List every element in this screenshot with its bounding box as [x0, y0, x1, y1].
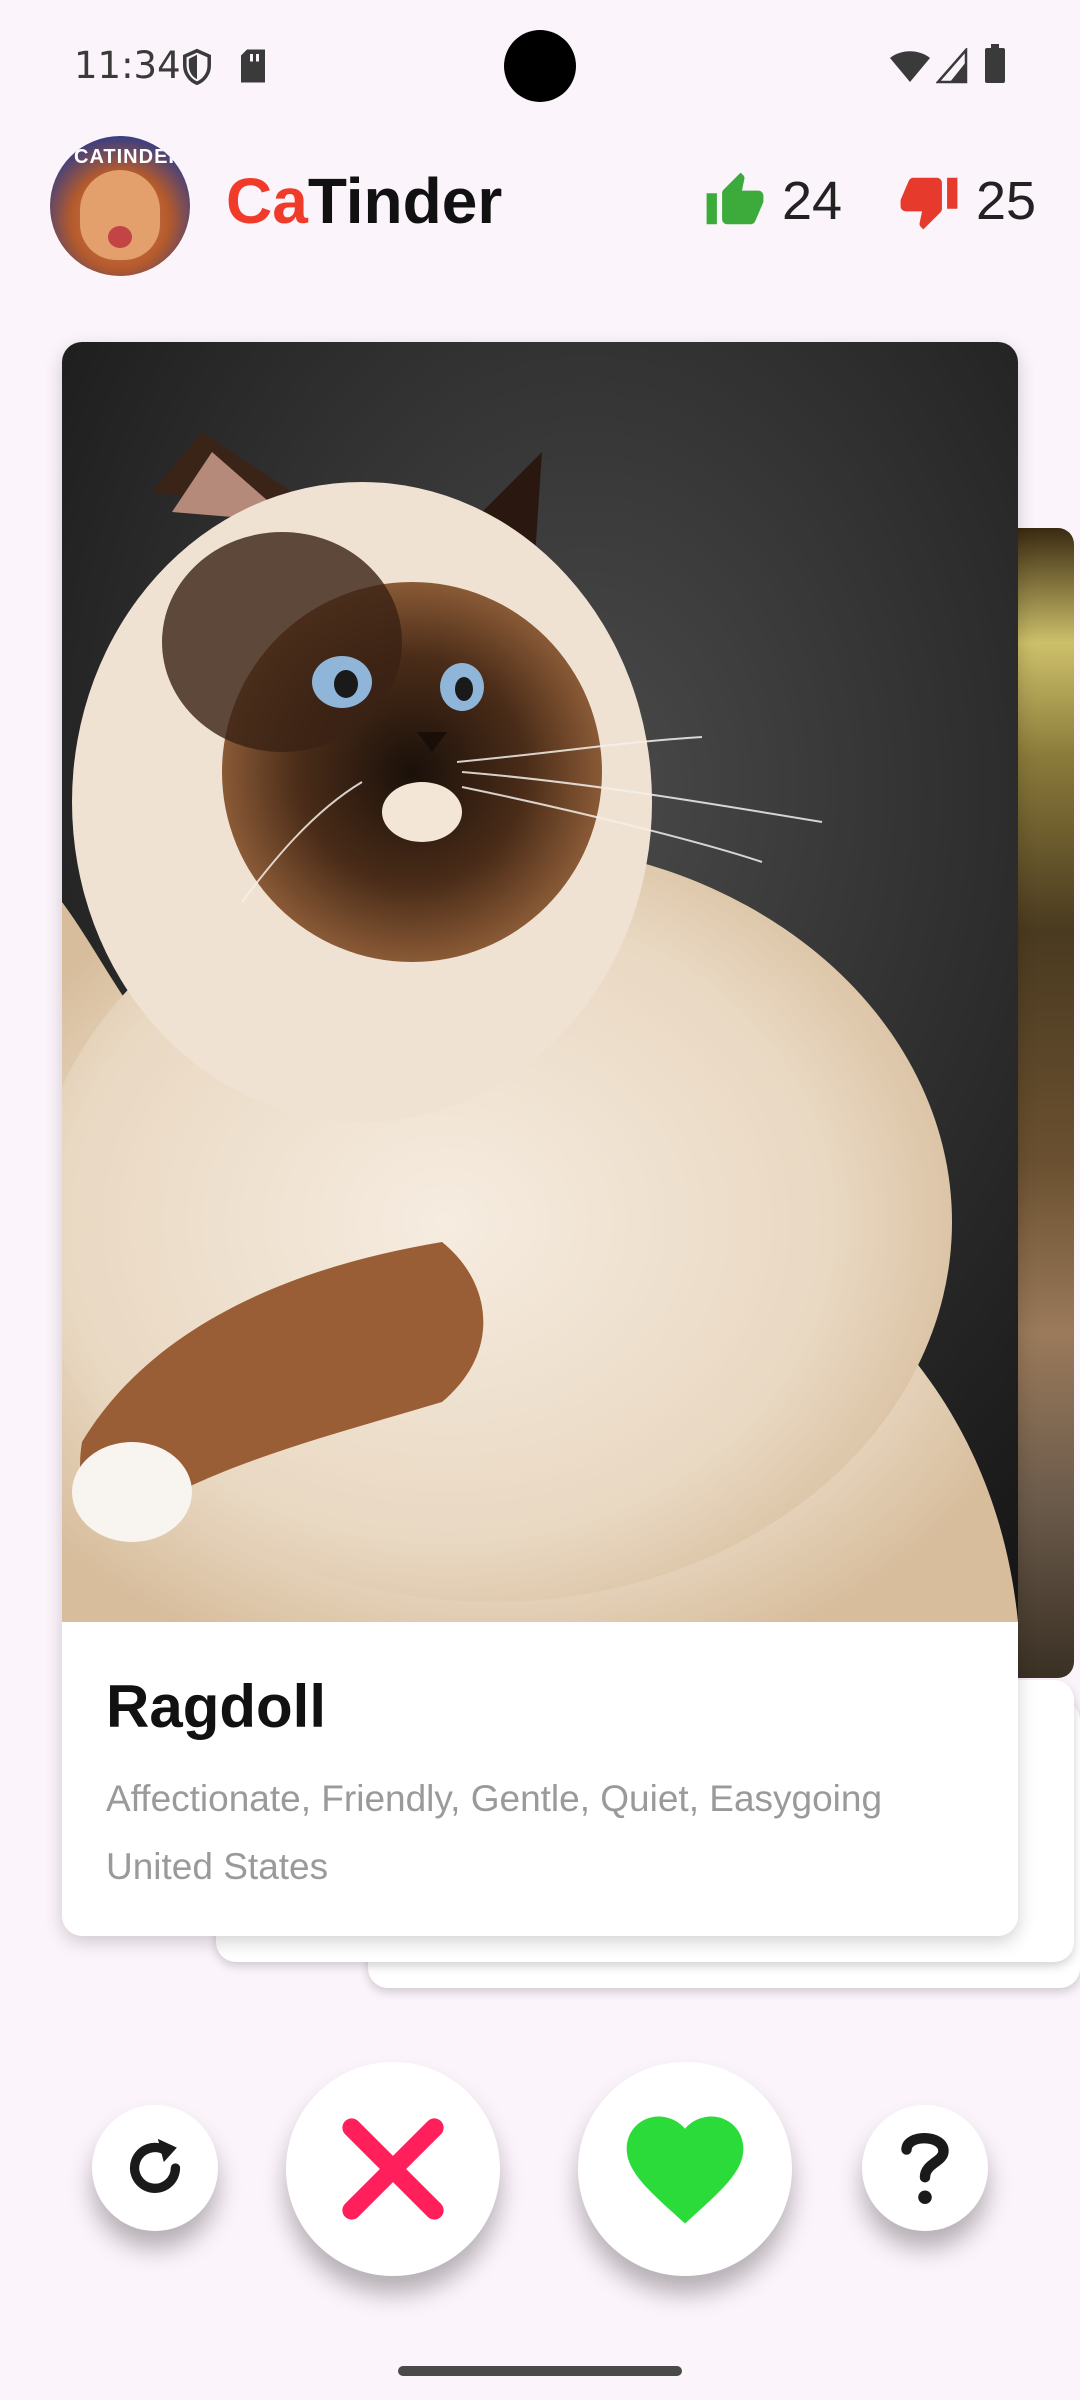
dislikes-counter: 25 — [898, 164, 1036, 238]
info-button[interactable] — [862, 2105, 988, 2231]
dislike-button[interactable] — [286, 2062, 500, 2276]
likes-counter: 24 — [704, 164, 842, 238]
heart-icon — [626, 2116, 744, 2224]
like-button[interactable] — [578, 2062, 792, 2276]
question-icon — [901, 2133, 949, 2204]
sd-card-icon — [241, 49, 265, 83]
cat-origin: United States — [106, 1846, 329, 1887]
cat-info: Ragdoll Affectionate, Friendly, Gentle, … — [62, 1622, 1018, 1936]
app-title: CaTinder — [226, 164, 502, 238]
likes-count: 24 — [782, 171, 843, 231]
camera-cutout — [504, 30, 576, 102]
thumbs-up-icon — [706, 172, 764, 225]
logo-cat-mouth — [108, 226, 132, 248]
shield-icon — [183, 48, 211, 86]
x-icon — [342, 2118, 444, 2220]
app-header: CATINDER CaTinder 24 25 — [0, 130, 1080, 280]
cat-card[interactable]: Ragdoll Affectionate, Friendly, Gentle, … — [62, 342, 1018, 1936]
cat-photo — [62, 342, 1018, 1622]
signal-icon — [936, 48, 968, 84]
app-title-accent: Ca — [226, 165, 308, 237]
cat-temperament: Affectionate, Friendly, Gentle, Quiet, E… — [106, 1778, 883, 1819]
undo-button[interactable] — [92, 2105, 218, 2231]
cat-name: Ragdoll — [106, 1673, 326, 1740]
thumbs-down-icon — [900, 177, 958, 230]
app-title-rest: Tinder — [307, 165, 503, 237]
status-time: 11:34 — [74, 44, 181, 87]
status-bar: 11:34 — [0, 0, 1080, 130]
wifi-icon — [890, 51, 930, 82]
next-card-photo-edge — [1018, 528, 1074, 1678]
refresh-icon — [129, 2138, 181, 2193]
dislikes-count: 25 — [976, 171, 1037, 231]
home-indicator[interactable] — [398, 2366, 682, 2376]
logo-text: CATINDER — [74, 146, 184, 168]
battery-icon — [985, 44, 1005, 83]
app-logo: CATINDER — [50, 136, 190, 276]
